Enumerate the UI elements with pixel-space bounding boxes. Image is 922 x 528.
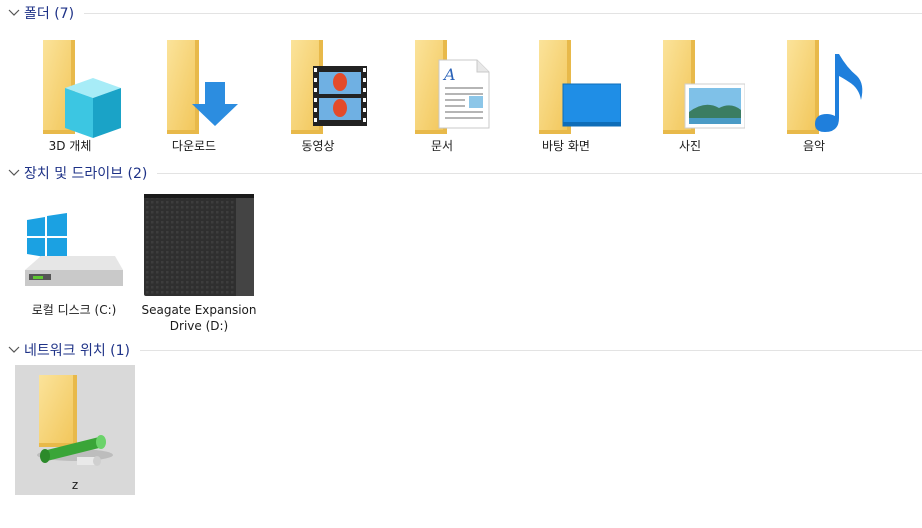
music-folder-icon [787, 40, 863, 134]
drive-label-line2: Drive (D:) [169, 319, 229, 333]
network-folder-icon [37, 375, 113, 466]
folder-label: 3D 개체 [48, 139, 92, 153]
section-title: 폴더 (7) [24, 6, 75, 22]
devices-section-header[interactable]: 장치 및 드라이브 (2) [0, 163, 922, 183]
svg-text:A: A [442, 65, 456, 84]
external-drive-icon [144, 194, 254, 296]
3d-objects-folder-icon [43, 40, 121, 138]
chevron-down-icon[interactable] [6, 342, 22, 358]
folder-desktop[interactable]: 바탕 화면 [511, 38, 621, 154]
divider [84, 12, 922, 14]
folder-label: 문서 [430, 139, 454, 153]
folder-label: 사진 [678, 139, 702, 153]
divider [140, 349, 922, 351]
drive-local-disk-c[interactable]: 로컬 디스크 (C:) [15, 190, 133, 318]
chevron-down-icon[interactable] [6, 5, 22, 21]
section-title: 네트워크 위치 (1) [24, 343, 131, 359]
documents-folder-icon: A [415, 40, 490, 134]
folder-label: 다운로드 [171, 139, 217, 153]
folder-music[interactable]: 음악 [759, 38, 869, 154]
folder-3d-objects[interactable]: 3D 개체 [15, 38, 125, 154]
folder-videos[interactable]: 동영상 [263, 38, 373, 154]
pictures-folder-icon [663, 40, 745, 134]
desktop-folder-icon [539, 40, 621, 134]
drive-seagate-d[interactable]: Seagate Expansion Drive (D:) [140, 190, 258, 334]
network-label: z [71, 478, 79, 492]
folder-downloads[interactable]: 다운로드 [139, 38, 249, 154]
network-location-z[interactable]: z [15, 365, 135, 495]
downloads-folder-icon [167, 40, 238, 134]
chevron-down-icon[interactable] [6, 165, 22, 181]
divider [157, 172, 922, 174]
folder-label: 동영상 [301, 139, 335, 153]
drive-label: 로컬 디스크 (C:) [31, 303, 117, 317]
local-disk-icon [25, 213, 123, 286]
folder-pictures[interactable]: 사진 [635, 38, 745, 154]
folders-section-header[interactable]: 폴더 (7) [0, 3, 922, 23]
folder-label: 음악 [802, 139, 826, 153]
drive-label-line1: Seagate Expansion [141, 303, 257, 317]
network-section-header[interactable]: 네트워크 위치 (1) [0, 340, 922, 360]
videos-folder-icon [291, 40, 367, 134]
folder-label: 바탕 화면 [542, 139, 590, 153]
section-title: 장치 및 드라이브 (2) [24, 166, 148, 182]
folder-documents[interactable]: A 문서 [387, 38, 497, 154]
